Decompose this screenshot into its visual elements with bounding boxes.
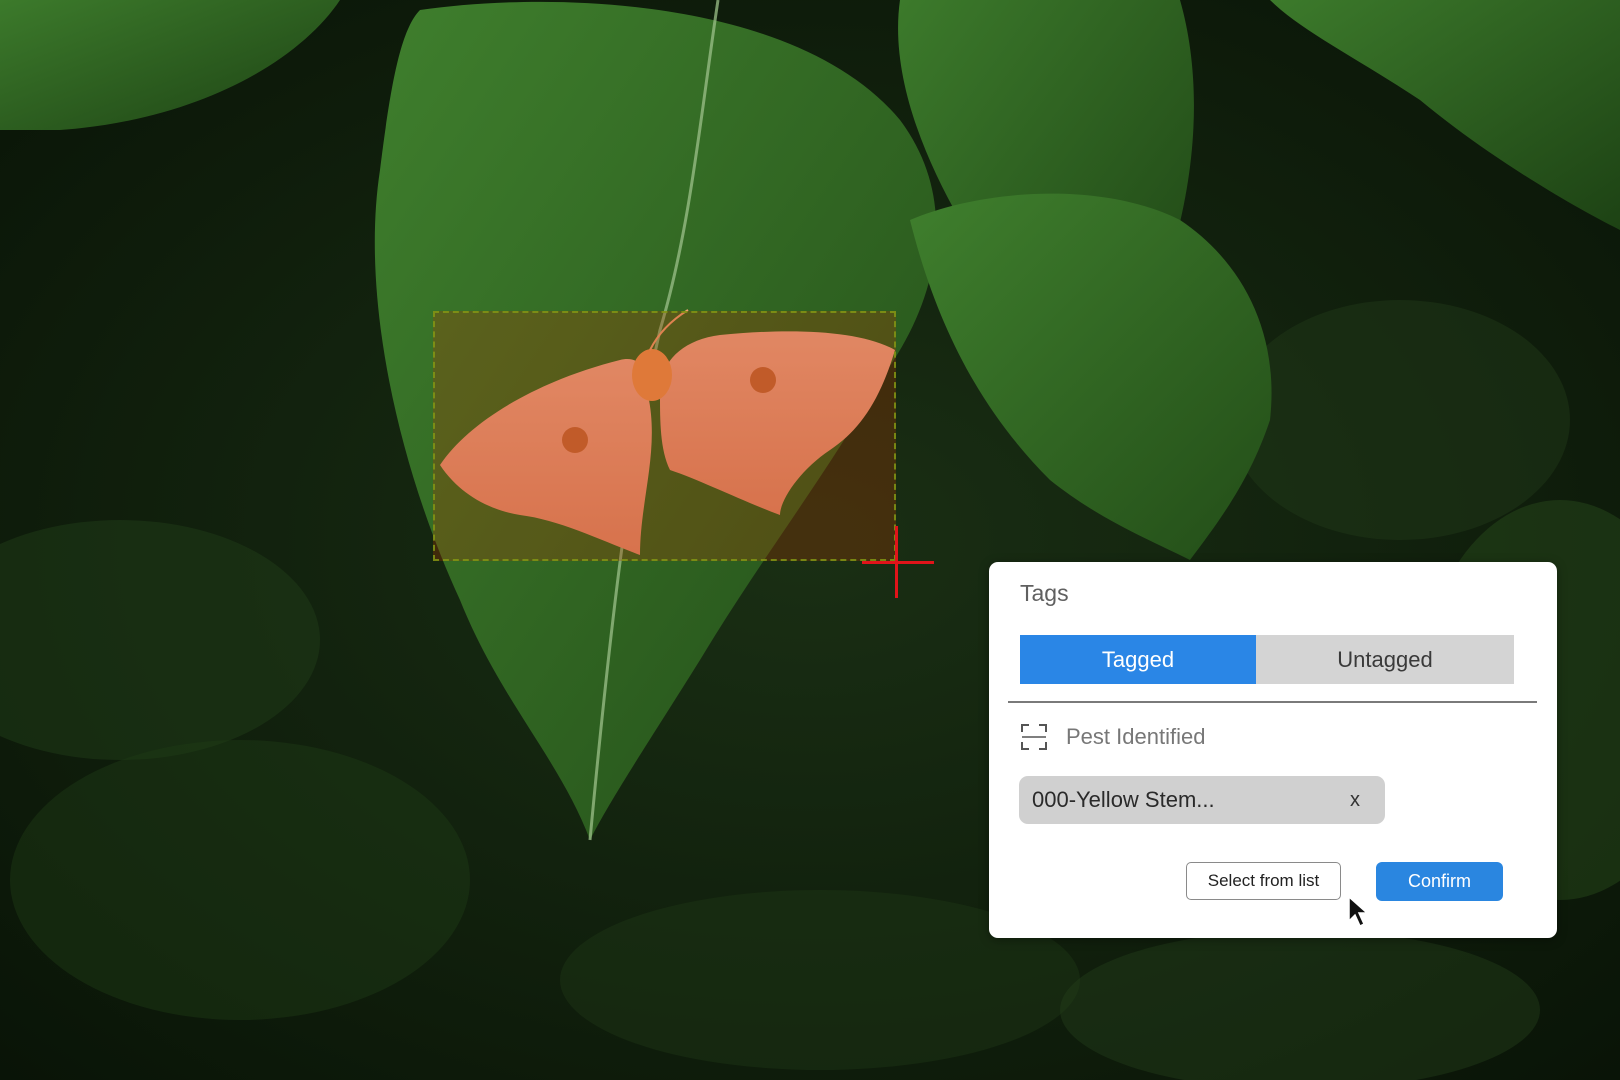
tab-untagged[interactable]: Untagged: [1256, 635, 1514, 684]
crosshair-vertical: [895, 526, 898, 598]
mouse-pointer-icon: [1348, 895, 1369, 928]
tab-tagged[interactable]: Tagged: [1020, 635, 1256, 684]
section-header: Pest Identified: [1020, 720, 1205, 754]
confirm-button[interactable]: Confirm: [1376, 862, 1503, 901]
frame-select-icon: [1020, 723, 1048, 751]
tags-panel: Tags Tagged Untagged Pest Identified 000…: [989, 562, 1557, 938]
divider: [1008, 701, 1537, 703]
bounding-box-annotation[interactable]: [433, 311, 896, 561]
chip-label: 000-Yellow Stem...: [1032, 787, 1215, 812]
select-from-list-button[interactable]: Select from list: [1186, 862, 1341, 900]
tag-status-toggle: Tagged Untagged: [1020, 635, 1514, 684]
panel-title: Tags: [1020, 580, 1069, 606]
section-label: Pest Identified: [1066, 724, 1206, 749]
selected-tag-chip[interactable]: 000-Yellow Stem... x: [1019, 776, 1385, 824]
crosshair-horizontal: [862, 561, 934, 564]
close-icon[interactable]: x: [1337, 789, 1373, 812]
